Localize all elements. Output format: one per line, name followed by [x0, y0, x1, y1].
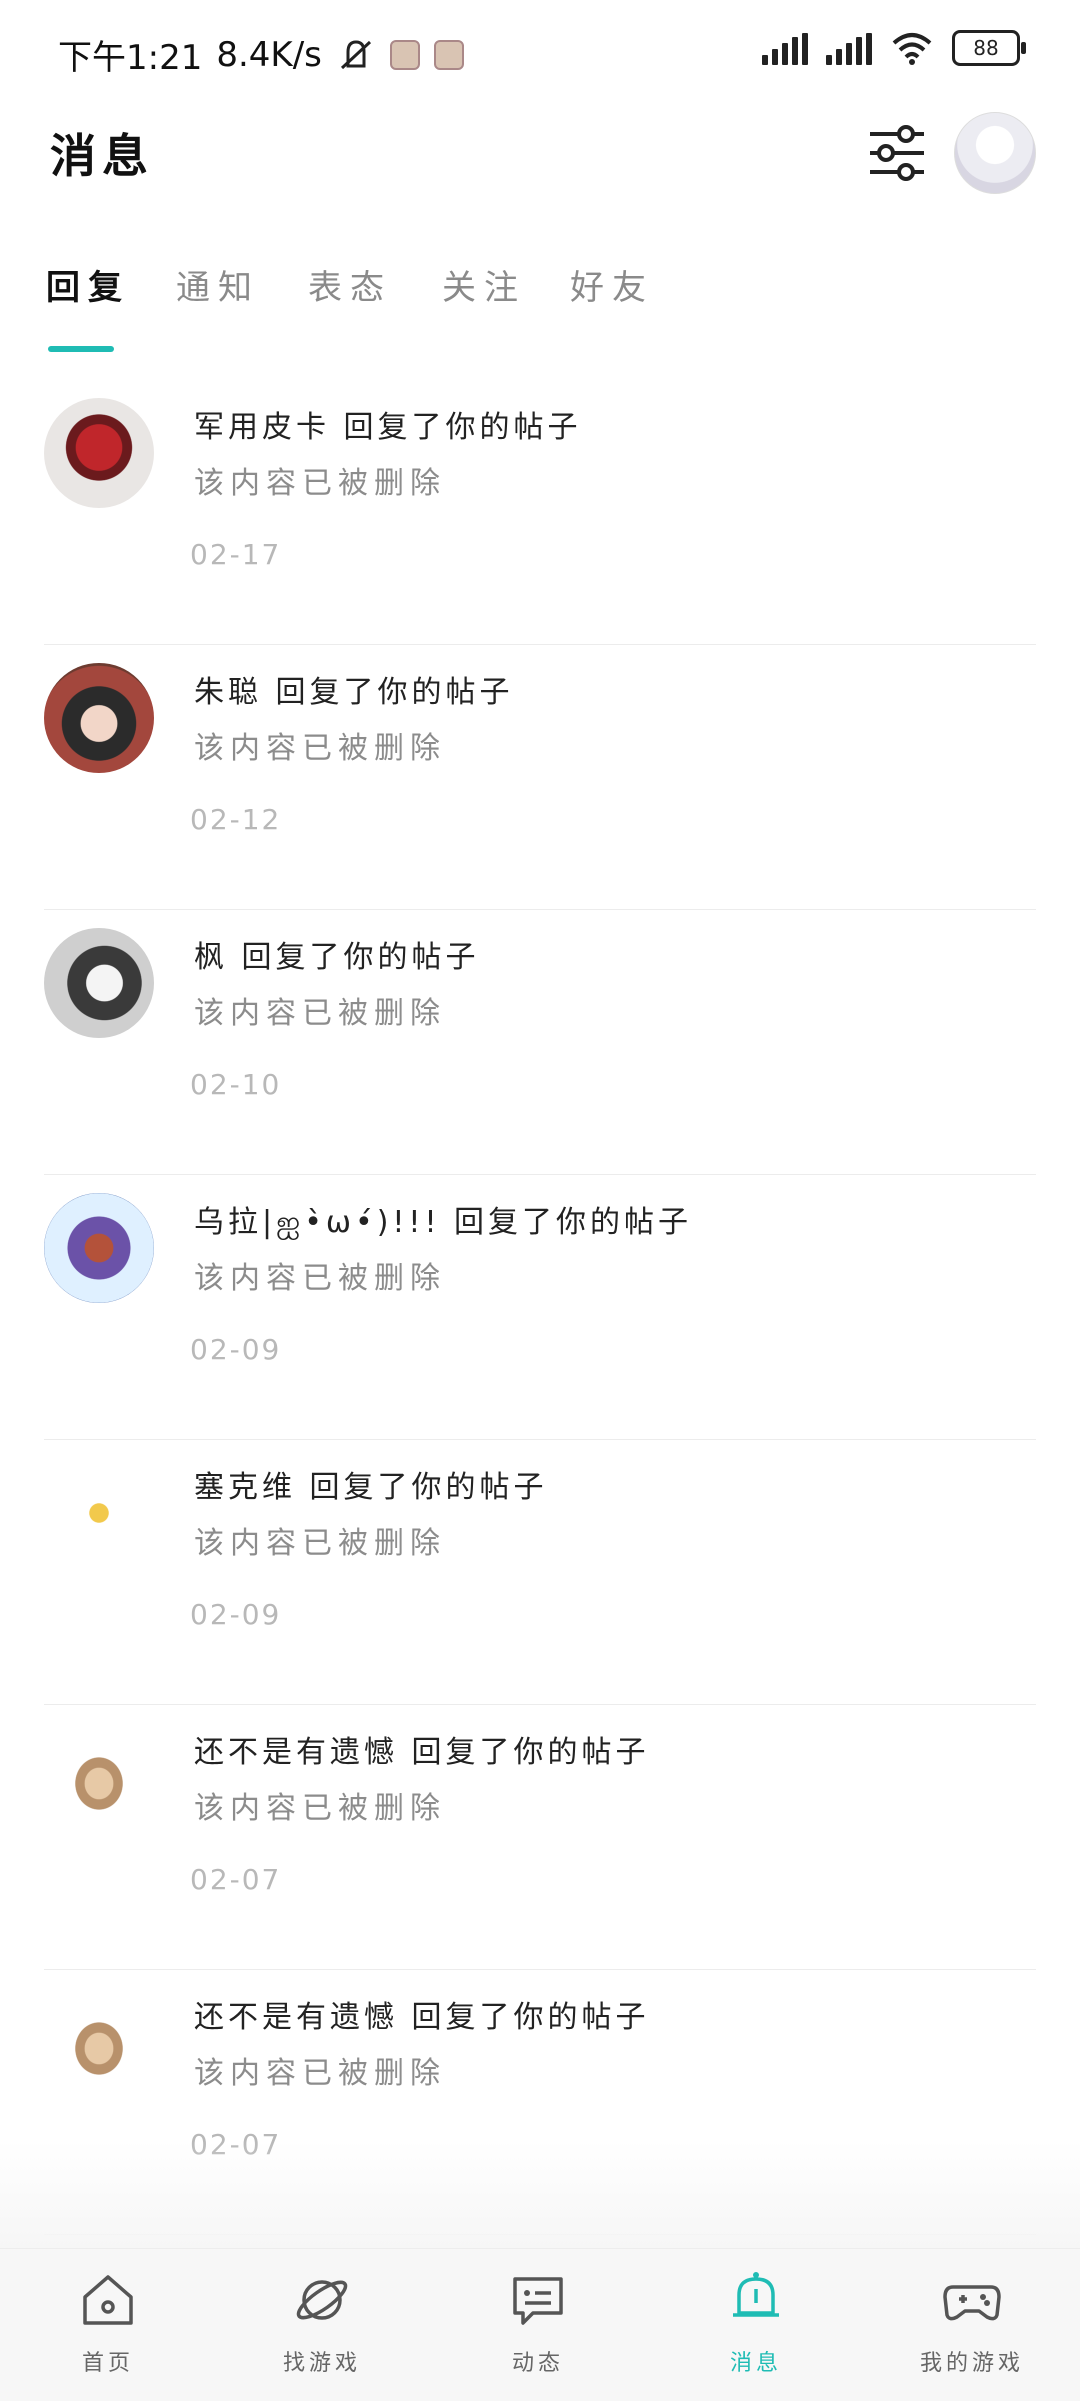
avatar[interactable] — [44, 1723, 154, 1833]
avatar[interactable] — [44, 1193, 154, 1303]
message-date: 02-09 — [190, 1333, 282, 1366]
avatar[interactable] — [44, 928, 154, 1038]
message-content: 该内容已被删除 — [194, 1526, 446, 1561]
message-title: 乌拉|ஐ•̀ω•́)!!! 回复了你的帖子 — [194, 1205, 693, 1240]
list-item[interactable]: 枫 回复了你的帖子 该内容已被删除 02-10 — [44, 910, 1036, 1175]
message-content: 该内容已被删除 — [194, 731, 446, 766]
message-date: 02-09 — [190, 1598, 282, 1631]
avatar[interactable] — [44, 1458, 154, 1568]
bottom-nav: 首页 找游戏 动态 消息 我的游戏 — [0, 2248, 1080, 2401]
profile-avatar[interactable] — [954, 112, 1036, 194]
nav-label: 我的游戏 — [919, 2351, 1024, 2376]
wifi-icon — [892, 33, 932, 65]
nav-label: 消息 — [729, 2351, 782, 2376]
home-icon — [83, 2275, 133, 2325]
planet-icon — [296, 2280, 348, 2320]
message-date: 02-17 — [190, 538, 282, 571]
list-item[interactable]: 还不是有遗憾 回复了你的帖子 该内容已被删除 02-07 — [44, 1705, 1036, 1970]
mute-icon — [340, 39, 371, 69]
tab-friends[interactable]: 好友 — [570, 260, 654, 309]
status-bar: 下午1:21 8.4K/s 88 — [0, 0, 1080, 100]
avatar[interactable] — [44, 1988, 154, 2098]
message-date: 02-10 — [190, 1068, 282, 1101]
message-list: 军用皮卡 回复了你的帖子 该内容已被删除 02-17 朱聪 回复了你的帖子 该内… — [0, 380, 1080, 2235]
message-date: 02-07 — [190, 1863, 282, 1896]
nav-messages[interactable]: 消息 — [656, 2269, 856, 2377]
message-title: 塞克维 回复了你的帖子 — [194, 1470, 548, 1505]
list-item[interactable]: 朱聪 回复了你的帖子 该内容已被删除 02-12 — [44, 645, 1036, 910]
status-time: 下午1:21 — [58, 38, 203, 78]
list-item[interactable]: 军用皮卡 回复了你的帖子 该内容已被删除 02-17 — [44, 380, 1036, 645]
nav-label: 找游戏 — [282, 2351, 361, 2376]
nav-my-games[interactable]: 我的游戏 — [872, 2269, 1072, 2377]
avatar[interactable] — [44, 398, 154, 508]
page-title: 消息 — [50, 129, 154, 183]
nav-label: 动态 — [511, 2351, 564, 2376]
app-notification-icon — [433, 39, 464, 70]
tab-reply[interactable]: 回复 — [46, 260, 130, 309]
tab-notice[interactable]: 通知 — [176, 260, 260, 309]
message-content: 该内容已被删除 — [194, 466, 446, 501]
message-title: 还不是有遗憾 回复了你的帖子 — [194, 1735, 650, 1770]
message-title: 军用皮卡 回复了你的帖子 — [194, 410, 582, 445]
message-title: 还不是有遗憾 回复了你的帖子 — [194, 2000, 650, 2035]
message-title: 朱聪 回复了你的帖子 — [194, 675, 514, 710]
bell-icon — [733, 2272, 779, 2317]
gamepad-icon — [943, 2285, 1001, 2321]
message-content: 该内容已被删除 — [194, 996, 446, 1031]
signal-icon — [826, 31, 872, 65]
header: 消息 — [0, 100, 1080, 210]
status-left: 下午1:21 8.4K/s — [58, 30, 464, 79]
list-item[interactable]: 塞克维 回复了你的帖子 该内容已被删除 02-09 — [44, 1440, 1036, 1705]
signal-icon — [762, 31, 808, 65]
message-date: 02-12 — [190, 803, 282, 836]
nav-feed[interactable]: 动态 — [438, 2269, 638, 2377]
filter-settings-button[interactable] — [866, 122, 928, 184]
tab-indicator — [48, 346, 114, 352]
status-network-speed: 8.4K/s — [216, 34, 322, 75]
message-tabs: 回复 通知 表态 关注 好友 — [0, 260, 1080, 360]
nav-find-games[interactable]: 找游戏 — [222, 2269, 422, 2377]
list-item[interactable]: 乌拉|ஐ•̀ω•́)!!! 回复了你的帖子 该内容已被删除 02-09 — [44, 1175, 1036, 1440]
status-right: 88 — [762, 30, 1026, 66]
tab-follow[interactable]: 关注 — [442, 260, 526, 309]
battery-icon: 88 — [952, 30, 1026, 66]
app-notification-icon — [389, 39, 420, 70]
message-content: 该内容已被删除 — [194, 1791, 446, 1826]
nav-home[interactable]: 首页 — [8, 2269, 208, 2377]
nav-label: 首页 — [81, 2351, 134, 2376]
tab-reaction[interactable]: 表态 — [308, 260, 392, 309]
chat-icon — [513, 2277, 563, 2325]
message-title: 枫 回复了你的帖子 — [194, 940, 480, 975]
message-content: 该内容已被删除 — [194, 1261, 446, 1296]
avatar[interactable] — [44, 663, 154, 773]
list-fade — [0, 2140, 1080, 2250]
message-content: 该内容已被删除 — [194, 2056, 446, 2091]
